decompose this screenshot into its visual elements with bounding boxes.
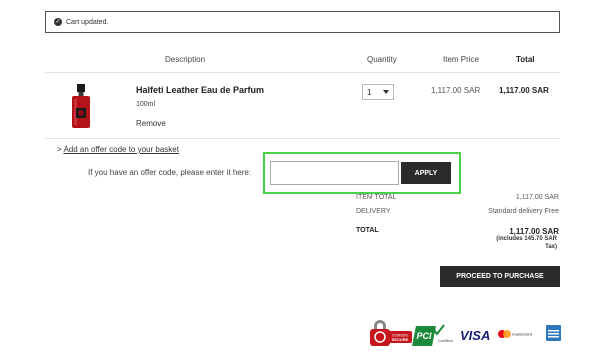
remove-link[interactable]: Remove (136, 119, 166, 128)
comodo-secure-badge: COMODO SECURE (370, 320, 412, 346)
cart-updated-alert: ✓ Cart updated. (45, 11, 560, 33)
quantity-select[interactable]: 1 (362, 84, 394, 100)
tax-note-line2: Tax) (545, 244, 557, 250)
pci-label: PCI (416, 331, 432, 341)
comodo-line2: SECURE (392, 337, 409, 342)
chevron-down-icon (383, 90, 389, 94)
offer-code-link[interactable]: > Add an offer code to your basket (57, 145, 179, 154)
header-divider (45, 72, 560, 73)
quantity-value: 1 (367, 87, 372, 97)
delivery-label: DELIVERY (356, 208, 391, 215)
amex-logo (546, 325, 561, 341)
header-description: Description (165, 55, 206, 64)
row-divider (45, 138, 560, 139)
mastercard-logo: mastercard (498, 330, 532, 338)
check-icon: ✓ (54, 18, 62, 26)
pci-certified-badge: PCI Certified (412, 324, 453, 346)
offer-link-text[interactable]: Add an offer code to your basket (63, 145, 178, 154)
tax-note-line1: (includes 145.70 SAR (496, 236, 557, 242)
pci-sub-label: Certified (438, 338, 453, 343)
header-item-price: Item Price (443, 55, 480, 64)
offer-code-input[interactable] (270, 161, 399, 185)
proceed-to-purchase-button[interactable]: PROCEED TO PURCHASE (440, 266, 560, 287)
header-total: Total (516, 55, 535, 64)
delivery-value: Standard delivery Free (488, 208, 559, 215)
visa-logo: VISA (460, 328, 490, 343)
offer-link-arrow: > (57, 145, 62, 154)
offer-code-prompt: If you have an offer code, please enter … (88, 168, 252, 177)
item-total-value: 1,117.00 SAR (515, 194, 559, 201)
tax-note: (includes 145.70 SAR Tax) (496, 235, 557, 251)
item-total-label: ITEM TOTAL (356, 194, 397, 201)
apply-button[interactable]: APPLY (401, 162, 451, 184)
product-image[interactable] (67, 84, 95, 130)
alert-message: Cart updated. (66, 18, 109, 26)
item-price: 1,117.00 SAR (431, 86, 481, 95)
total-label: TOTAL (356, 227, 379, 234)
item-total: 1,117.00 SAR (499, 86, 549, 95)
header-quantity: Quantity (367, 55, 397, 64)
mastercard-label: mastercard (512, 332, 532, 337)
payment-badges: COMODO SECURE PCI Certified VISA masterc… (370, 320, 561, 346)
product-size: 100ml (136, 101, 156, 108)
product-name[interactable]: Halfeti Leather Eau de Parfum (136, 85, 264, 95)
